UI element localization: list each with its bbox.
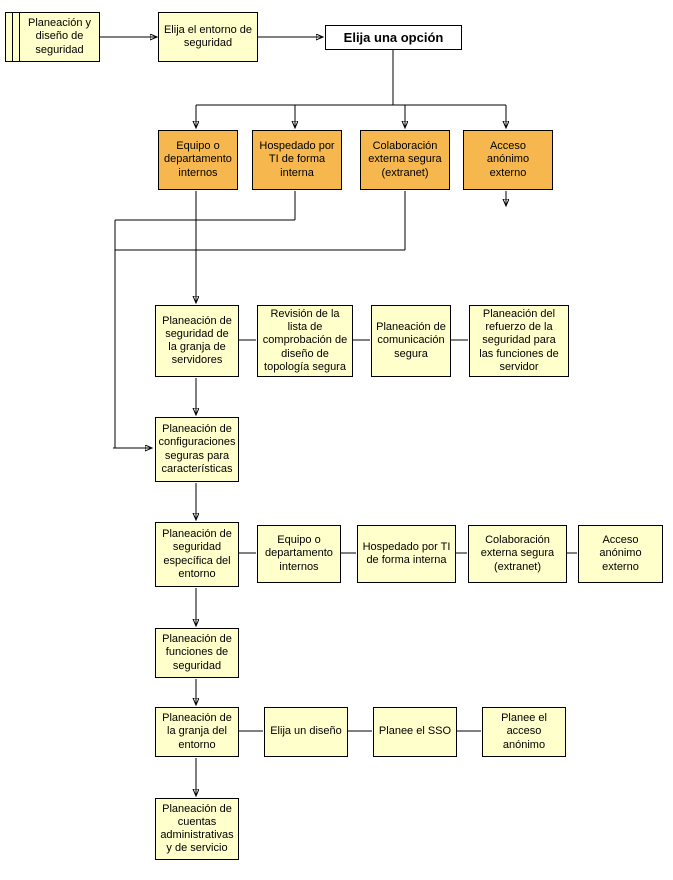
- col-funcs: Planeación de funciones de seguridad: [155, 628, 239, 678]
- env-anon: Acceso anónimo externo: [578, 525, 663, 583]
- env-extranet: Colaboración externa segura (extranet): [468, 525, 567, 583]
- mid-topology-review: Revisión de la lista de comprobación de …: [257, 305, 353, 377]
- col-farm: Planeación de la granja del entorno: [155, 707, 239, 757]
- farm-sso: Planee el SSO: [373, 707, 457, 757]
- option-anonymous: Acceso anónimo externo: [463, 130, 553, 190]
- farm-anon: Planee el acceso anónimo: [482, 707, 566, 757]
- mid-comm: Planeación de comunicación segura: [371, 305, 451, 377]
- option-hosted-it: Hospedado por TI de forma interna: [252, 130, 342, 190]
- col-admin: Planeación de cuentas administrativas y …: [155, 798, 239, 860]
- col-config: Planeación de configuraciones seguras pa…: [155, 417, 239, 482]
- mid-hardening: Planeación del refuerzo de la seguridad …: [469, 305, 569, 377]
- node-start: Planeación y diseño de seguridad: [19, 12, 100, 62]
- env-internal: Equipo o departamento internos: [257, 525, 341, 583]
- col-envsec: Planeación de seguridad específica del e…: [155, 522, 239, 587]
- farm-choose-design: Elija un diseño: [264, 707, 348, 757]
- env-hosted: Hospedado por TI de forma interna: [357, 525, 456, 583]
- node-choose-option: Elija una opción: [325, 25, 462, 50]
- option-extranet: Colaboración externa segura (extranet): [360, 130, 450, 190]
- node-choose-env: Elija el entorno de seguridad: [158, 12, 258, 62]
- mid-farm-security: Planeación de seguridad de la granja de …: [155, 305, 239, 377]
- flowchart-canvas: Planeación y diseño de seguridad Elija e…: [0, 0, 673, 880]
- option-internal-team: Equipo o departamento internos: [158, 130, 238, 190]
